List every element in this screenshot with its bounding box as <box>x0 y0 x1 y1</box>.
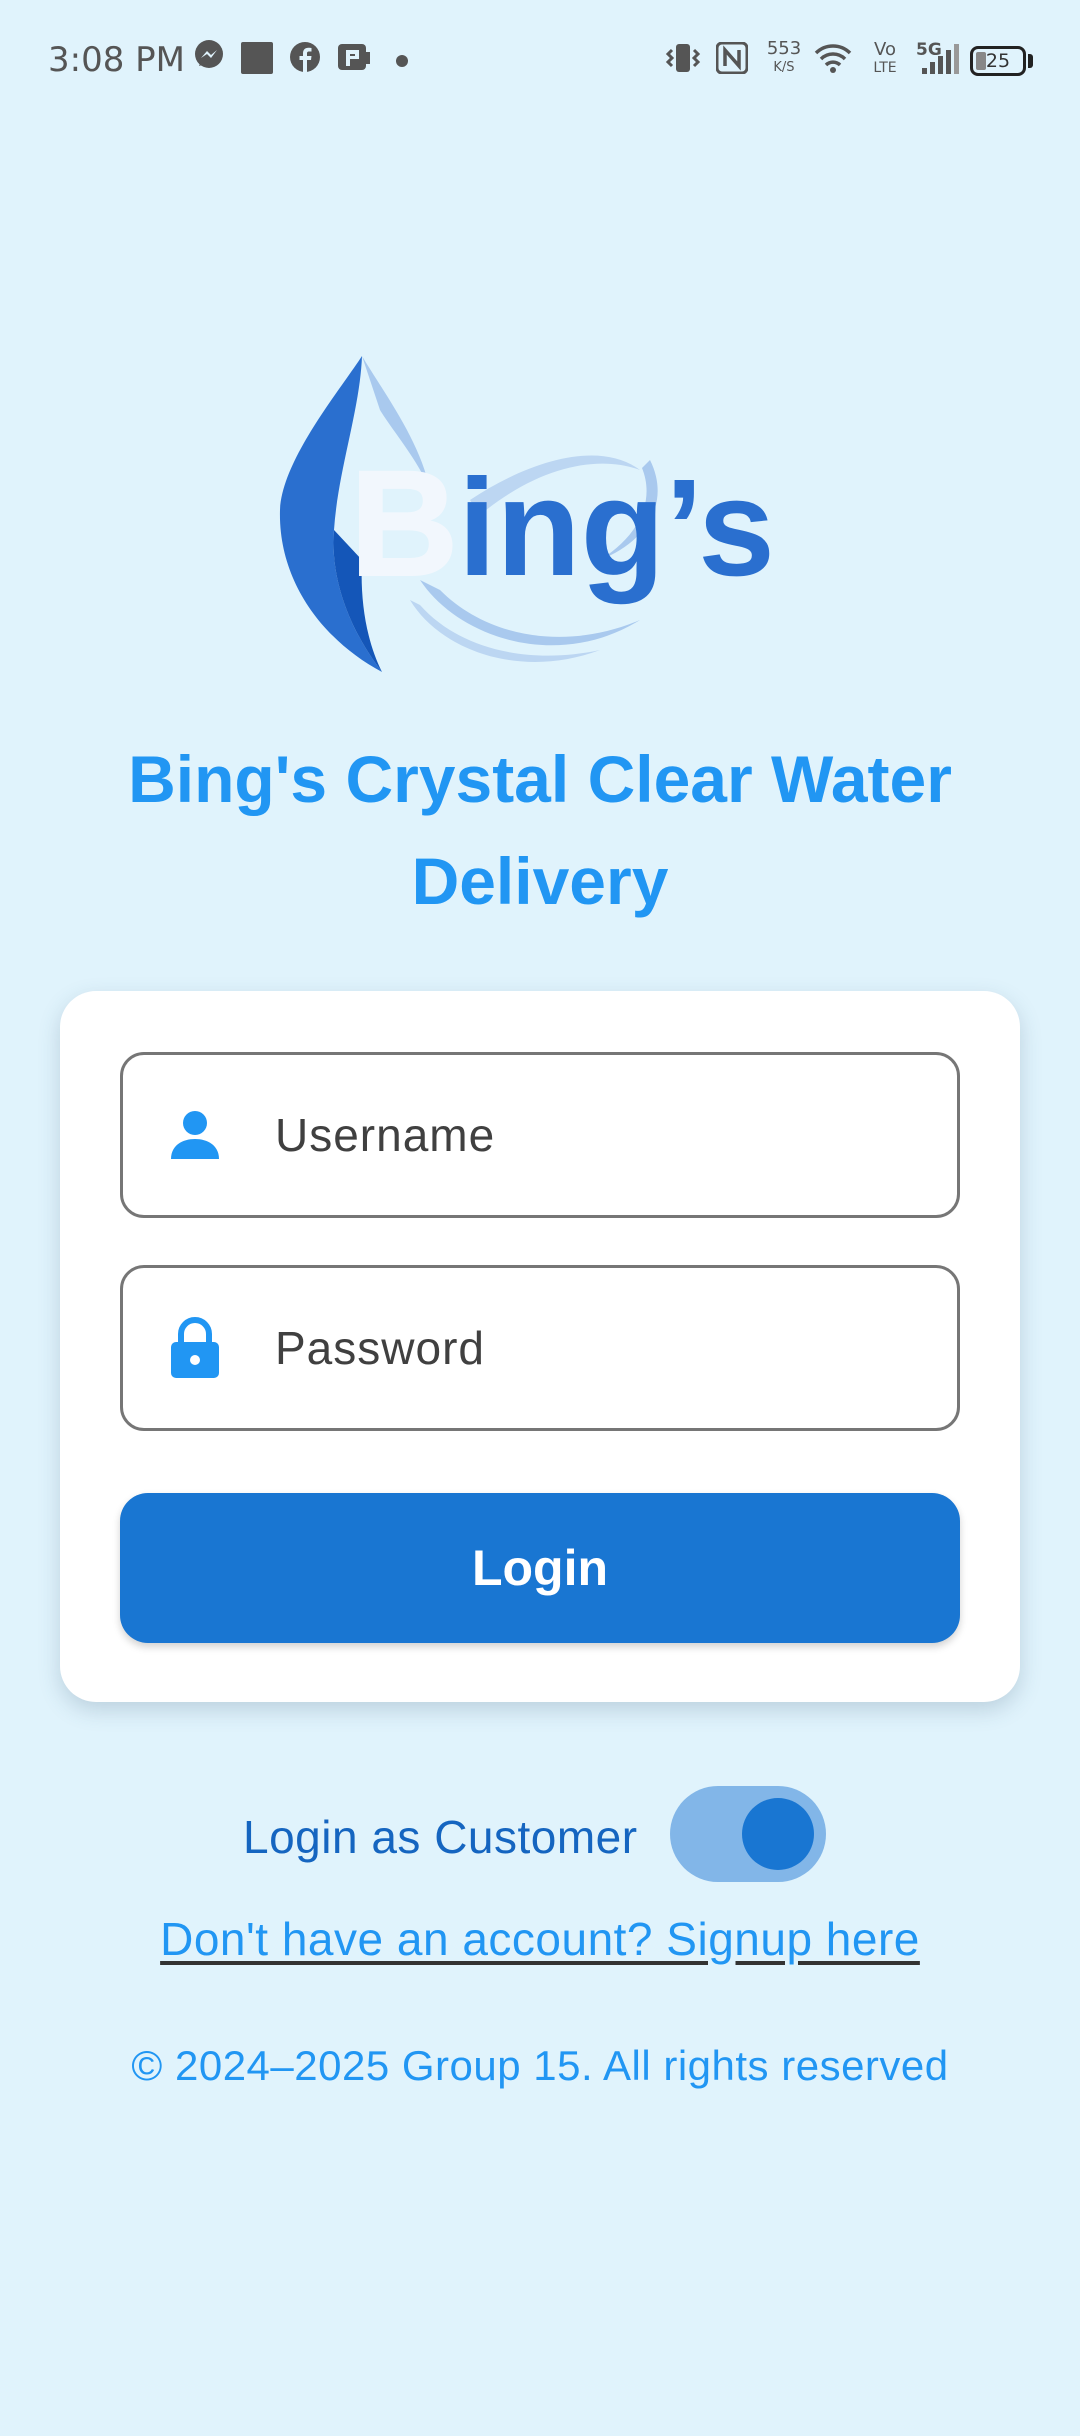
logo-brand-text: ing’s <box>458 451 775 605</box>
dot-icon <box>396 55 408 67</box>
username-field[interactable] <box>120 1052 960 1218</box>
battery-tip <box>1028 54 1033 68</box>
person-icon <box>171 1111 219 1159</box>
login-button[interactable]: Login <box>120 1493 960 1643</box>
volte-bottom: LTE <box>873 60 897 76</box>
net-speed: 553 K/S <box>762 38 806 75</box>
logo-letter-b: B <box>350 439 458 607</box>
messenger-icon <box>195 40 223 68</box>
brand-logo: B ing’s <box>279 356 775 672</box>
volte-indicator: Vo LTE <box>868 39 902 76</box>
wifi-icon <box>814 44 852 73</box>
customer-toggle-row: Login as Customer <box>0 1786 1080 1882</box>
facebook-icon <box>290 42 320 72</box>
status-time: 3:08 PM <box>48 40 185 80</box>
signal-icon <box>922 44 959 74</box>
volte-top: Vo <box>874 39 896 60</box>
lock-icon <box>171 1317 219 1378</box>
app-p-icon <box>338 44 370 70</box>
app-title: Bing's Crystal Clear Water Delivery <box>128 742 952 918</box>
login-card: Login <box>60 991 1020 1702</box>
signup-link[interactable]: Don't have an account? Signup here <box>0 1912 1080 1966</box>
nfc-icon <box>716 42 748 74</box>
battery-icon: 25 <box>970 46 1026 76</box>
password-input[interactable] <box>275 1268 935 1428</box>
customer-toggle-switch[interactable] <box>670 1786 826 1882</box>
copyright-text: © 2024–2025 Group 15. All rights reserve… <box>131 2042 949 2089</box>
password-field[interactable] <box>120 1265 960 1431</box>
battery-level: 25 <box>985 50 1011 72</box>
customer-toggle-label: Login as Customer <box>243 1811 638 1863</box>
toggle-knob <box>742 1798 814 1870</box>
login-screen: 3:08 PM 553 K/S Vo LTE 5G 25 B ing’s Bin… <box>0 0 1080 2436</box>
net-speed-value: 553 <box>766 38 802 59</box>
app-square-icon <box>241 42 273 74</box>
username-input[interactable] <box>275 1055 935 1215</box>
vibrate-icon <box>665 44 701 72</box>
net-speed-unit: K/S <box>773 60 795 75</box>
status-bar: 3:08 PM 553 K/S Vo LTE 5G 25 <box>0 0 1080 124</box>
